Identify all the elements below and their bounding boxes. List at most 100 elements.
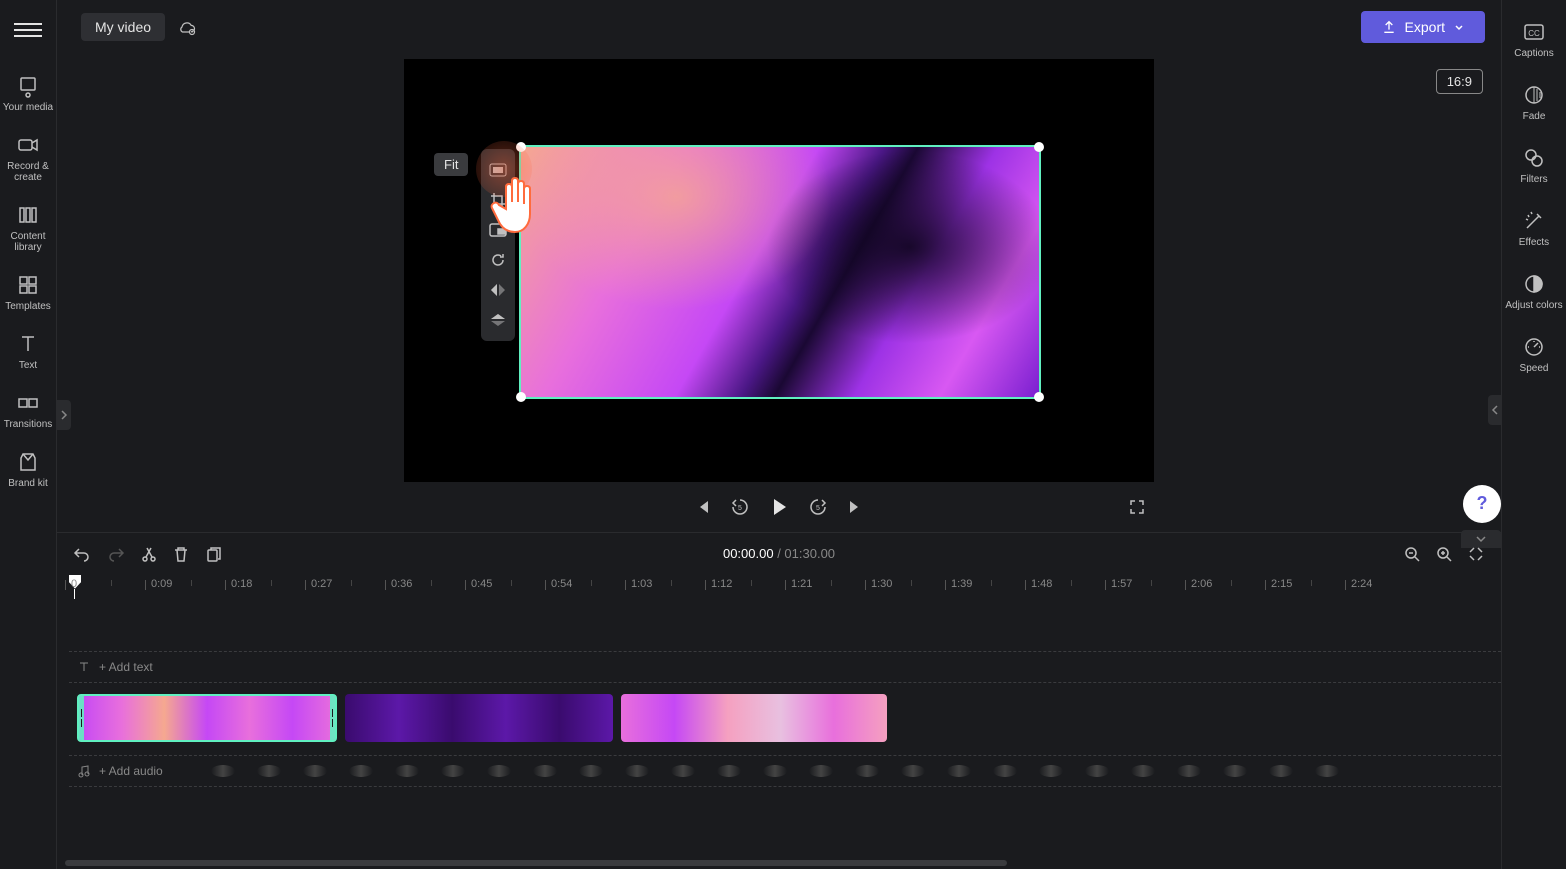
right-sidebar-expand[interactable] [1488, 395, 1502, 425]
text-icon [16, 332, 40, 356]
sidebar-item-content-library[interactable]: Content library [0, 193, 56, 263]
resize-handle-tr[interactable] [1034, 142, 1044, 152]
ruler-tick: 0:54 [551, 578, 572, 590]
fullscreen-button[interactable] [1128, 498, 1146, 516]
sidebar-item-label: Adjust colors [1505, 300, 1562, 311]
timeline-scrollbar[interactable] [57, 857, 1501, 869]
help-button[interactable]: ? [1463, 485, 1501, 523]
fit-button[interactable] [481, 155, 515, 185]
filters-icon [1522, 146, 1546, 170]
sidebar-item-label: Captions [1514, 48, 1553, 59]
clip-float-toolbar [481, 149, 515, 341]
ruler-tick: 2:24 [1351, 578, 1372, 590]
cc-icon: CC [1522, 20, 1546, 44]
speed-icon [1522, 335, 1546, 359]
audio-track[interactable]: + Add audio [69, 755, 1501, 787]
right-sidebar: CC Captions Fade Filters Effects Adjust … [1501, 0, 1566, 869]
ruler-tick: 0:18 [231, 578, 252, 590]
text-icon [77, 660, 91, 674]
export-label: Export [1405, 19, 1445, 35]
export-button[interactable]: Export [1361, 11, 1485, 43]
play-button[interactable] [768, 496, 790, 518]
ruler-tick: 0:36 [391, 578, 412, 590]
undo-button[interactable] [73, 545, 91, 563]
clip-2[interactable] [345, 694, 613, 742]
pip-button[interactable] [481, 215, 515, 245]
sidebar-item-label: Effects [1519, 237, 1549, 248]
sidebar-item-text[interactable]: Text [0, 322, 56, 381]
sidebar-item-brand-kit[interactable]: Brand kit [0, 440, 56, 499]
timeline-ruler[interactable]: 00:090:180:270:360:450:541:031:121:211:3… [57, 575, 1501, 599]
text-track[interactable]: + Add text [69, 651, 1501, 683]
sidebar-item-label: Transitions [4, 419, 53, 430]
ruler-tick: 2:06 [1191, 578, 1212, 590]
redo-button[interactable] [107, 545, 125, 563]
sidebar-item-your-media[interactable]: Your media [0, 64, 56, 123]
ruler-tick: 0:09 [151, 578, 172, 590]
sidebar-item-templates[interactable]: Templates [0, 263, 56, 322]
aspect-ratio-selector[interactable]: 16:9 [1436, 69, 1483, 94]
project-title[interactable]: My video [81, 13, 165, 41]
split-button[interactable] [141, 545, 157, 563]
resize-handle-br[interactable] [1034, 392, 1044, 402]
flip-h-button[interactable] [481, 275, 515, 305]
rotate-button[interactable] [481, 245, 515, 275]
ruler-tick: 1:39 [951, 578, 972, 590]
clip-handle-right[interactable] [330, 696, 335, 740]
ruler-tick: 1:03 [631, 578, 652, 590]
flip-v-button[interactable] [481, 305, 515, 335]
sidebar-item-label: Content library [2, 231, 54, 253]
sidebar-item-fade[interactable]: Fade [1502, 71, 1566, 134]
ruler-tick: 1:30 [871, 578, 892, 590]
preview-canvas[interactable]: Fit [404, 59, 1154, 482]
clip-handle-left[interactable] [79, 696, 84, 740]
menu-button[interactable] [14, 16, 42, 44]
skip-end-button[interactable] [846, 498, 864, 516]
brandkit-icon [16, 450, 40, 474]
duplicate-button[interactable] [205, 545, 223, 563]
video-track[interactable] [69, 693, 1501, 743]
clip-3[interactable] [621, 694, 887, 742]
zoom-in-button[interactable] [1435, 545, 1453, 563]
ruler-tick: 0 [71, 578, 77, 590]
sidebar-item-label: Brand kit [8, 478, 47, 489]
user-media-icon [16, 74, 40, 98]
resize-handle-tl[interactable] [516, 142, 526, 152]
svg-text:5: 5 [816, 505, 820, 512]
zoom-fit-button[interactable] [1467, 545, 1485, 563]
timeline-tracks: + Add text + Add audio [57, 599, 1501, 857]
sidebar-item-adjust-colors[interactable]: Adjust colors [1502, 260, 1566, 323]
sidebar-item-label: Record & create [2, 161, 54, 183]
sidebar-item-filters[interactable]: Filters [1502, 134, 1566, 197]
total-time: 01:30.00 [784, 546, 835, 561]
topbar: My video Export [57, 0, 1501, 55]
ruler-tick: 1:57 [1111, 578, 1132, 590]
playhead-line [74, 589, 75, 599]
ruler-tick: 0:45 [471, 578, 492, 590]
add-text-label: + Add text [99, 660, 153, 674]
sidebar-item-record[interactable]: Record & create [0, 123, 56, 193]
delete-button[interactable] [173, 545, 189, 563]
current-time: 00:00.00 [723, 546, 774, 561]
chevron-left-icon [1491, 404, 1499, 416]
fade-icon [1522, 83, 1546, 107]
zoom-out-button[interactable] [1403, 545, 1421, 563]
selected-clip-frame[interactable] [519, 145, 1041, 399]
camera-icon [16, 133, 40, 157]
clip-1[interactable] [77, 694, 337, 742]
chevron-down-icon [1453, 21, 1465, 33]
resize-handle-bl[interactable] [516, 392, 526, 402]
crop-button[interactable] [481, 185, 515, 215]
sidebar-item-effects[interactable]: Effects [1502, 197, 1566, 260]
sidebar-item-label: Text [19, 360, 37, 371]
sidebar-item-transitions[interactable]: Transitions [0, 381, 56, 440]
fit-icon [489, 163, 507, 177]
skip-start-button[interactable] [694, 498, 712, 516]
ruler-tick: 1:21 [791, 578, 812, 590]
sidebar-item-captions[interactable]: CC Captions [1502, 8, 1566, 71]
forward-button[interactable]: 5 [808, 497, 828, 517]
cloud-sync-icon[interactable] [177, 17, 197, 37]
sidebar-item-label: Templates [5, 301, 51, 312]
rewind-button[interactable]: 5 [730, 497, 750, 517]
sidebar-item-speed[interactable]: Speed [1502, 323, 1566, 386]
